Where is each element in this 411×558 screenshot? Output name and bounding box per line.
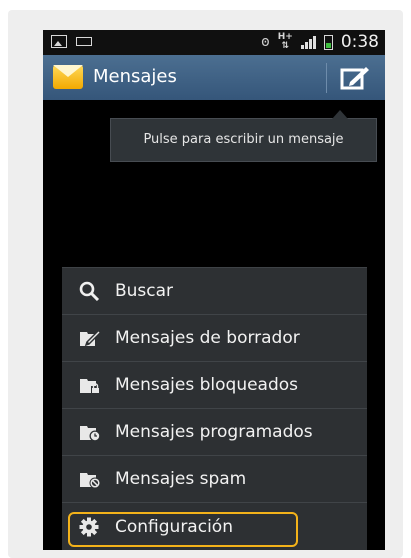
compose-icon[interactable] — [339, 65, 371, 91]
options-menu: Buscar Mensajes de borrador Mensajes blo… — [62, 267, 367, 550]
search-icon — [79, 281, 100, 301]
gallery-notification-icon — [51, 35, 67, 48]
menu-item-buscar[interactable]: Buscar — [62, 268, 367, 315]
status-bar: ꙩ H+ ⇅ 0:38 — [43, 30, 385, 55]
keyboard-notification-icon — [76, 37, 92, 46]
menu-item-label: Mensajes programados — [115, 422, 313, 442]
tooltip-text: Pulse para escribir un mensaje — [143, 132, 344, 147]
menu-item-label: Mensajes de borrador — [115, 328, 300, 348]
menu-item-bloqueados[interactable]: Mensajes bloqueados — [62, 362, 367, 409]
smart-stay-eye-icon: ꙩ — [261, 34, 270, 50]
configuracion-highlight-frame — [68, 512, 298, 547]
signal-strength-icon — [300, 35, 316, 49]
menu-item-spam[interactable]: Mensajes spam — [62, 456, 367, 503]
menu-item-label: Mensajes bloqueados — [115, 375, 299, 395]
network-type-indicator: H+ ⇅ — [277, 32, 293, 51]
menu-item-label: Mensajes spam — [115, 469, 247, 489]
phone-screen: ꙩ H+ ⇅ 0:38 Mensajes Pulse para escribir … — [43, 30, 385, 550]
scheduled-folder-icon — [80, 426, 101, 442]
draft-folder-icon — [80, 329, 101, 347]
menu-item-borrador[interactable]: Mensajes de borrador — [62, 315, 367, 362]
action-bar: Mensajes — [43, 55, 385, 100]
compose-tooltip: Pulse para escribir un mensaje — [110, 110, 377, 162]
app-title: Mensajes — [93, 66, 177, 87]
action-bar-divider — [326, 63, 327, 93]
battery-icon — [323, 34, 333, 50]
spam-folder-icon — [80, 473, 101, 489]
menu-item-label: Buscar — [115, 281, 174, 301]
locked-folder-icon — [80, 379, 100, 394]
messages-app-icon[interactable] — [53, 65, 83, 89]
status-time: 0:38 — [340, 32, 379, 52]
menu-item-programados[interactable]: Mensajes programados — [62, 409, 367, 456]
